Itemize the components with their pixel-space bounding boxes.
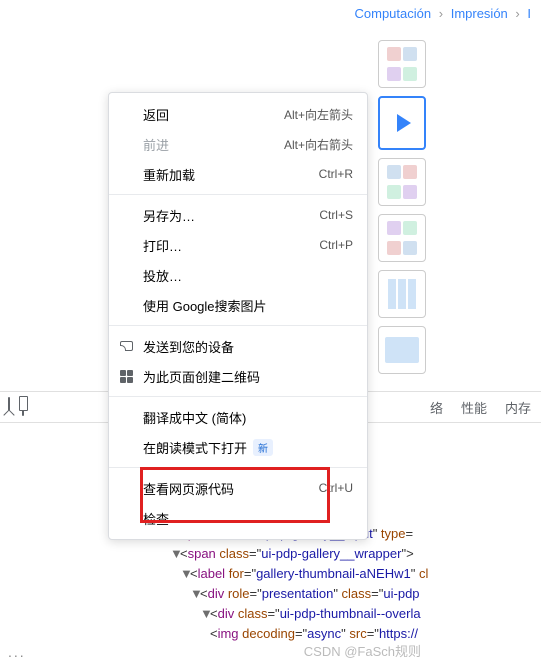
ctx-create-qr[interactable]: 为此页面创建二维码: [109, 361, 367, 391]
ctx-view-source[interactable]: 查看网页源代码Ctrl+U: [109, 473, 367, 503]
context-menu: 返回Alt+向左箭头 前进Alt+向右箭头 重新加载Ctrl+R 另存为…Ctr…: [108, 92, 368, 540]
ctx-back[interactable]: 返回Alt+向左箭头: [109, 99, 367, 129]
cast-icon: [119, 339, 134, 354]
thumbnail-item[interactable]: [378, 214, 426, 262]
ctx-print[interactable]: 打印…Ctrl+P: [109, 230, 367, 260]
ctx-cast[interactable]: 投放…: [109, 260, 367, 290]
thumbnail-item[interactable]: [378, 158, 426, 206]
overflow-indicator: ...: [8, 644, 26, 660]
breadcrumb: Computación › Impresión › I: [355, 6, 532, 21]
thumbnail-item-video[interactable]: [378, 96, 426, 150]
devtools-tabs: 络 性能 内存: [430, 398, 541, 417]
inspect-element-icon[interactable]: [8, 398, 10, 416]
thumbnail-item[interactable]: [378, 40, 426, 88]
crumb-computacion[interactable]: Computación: [355, 6, 432, 21]
tab-network[interactable]: 络: [430, 398, 443, 417]
crumb-sep: ›: [439, 6, 443, 21]
thumbnail-item[interactable]: [378, 326, 426, 374]
tab-performance[interactable]: 性能: [461, 398, 487, 417]
crumb-sep: ›: [515, 6, 519, 21]
thumbnail-list: [378, 40, 426, 374]
thumbnail-item[interactable]: [378, 270, 426, 318]
crumb-impresion[interactable]: Impresión: [451, 6, 508, 21]
ctx-inspect[interactable]: 检查: [109, 503, 367, 533]
device-toggle-icon[interactable]: [22, 398, 24, 416]
play-icon: [397, 114, 411, 132]
ctx-saveas[interactable]: 另存为…Ctrl+S: [109, 200, 367, 230]
ctx-reader-mode[interactable]: 在朗读模式下打开新: [109, 432, 367, 462]
ctx-translate[interactable]: 翻译成中文 (简体): [109, 402, 367, 432]
crumb-more[interactable]: I: [527, 6, 531, 21]
ctx-forward[interactable]: 前进Alt+向右箭头: [109, 129, 367, 159]
new-badge: 新: [253, 439, 273, 456]
ctx-google-search-image[interactable]: 使用 Google搜索图片: [109, 290, 367, 320]
ctx-send-to-device[interactable]: 发送到您的设备: [109, 331, 367, 361]
ctx-reload[interactable]: 重新加载Ctrl+R: [109, 159, 367, 189]
qr-icon: [119, 369, 134, 384]
tab-memory[interactable]: 内存: [505, 398, 531, 417]
